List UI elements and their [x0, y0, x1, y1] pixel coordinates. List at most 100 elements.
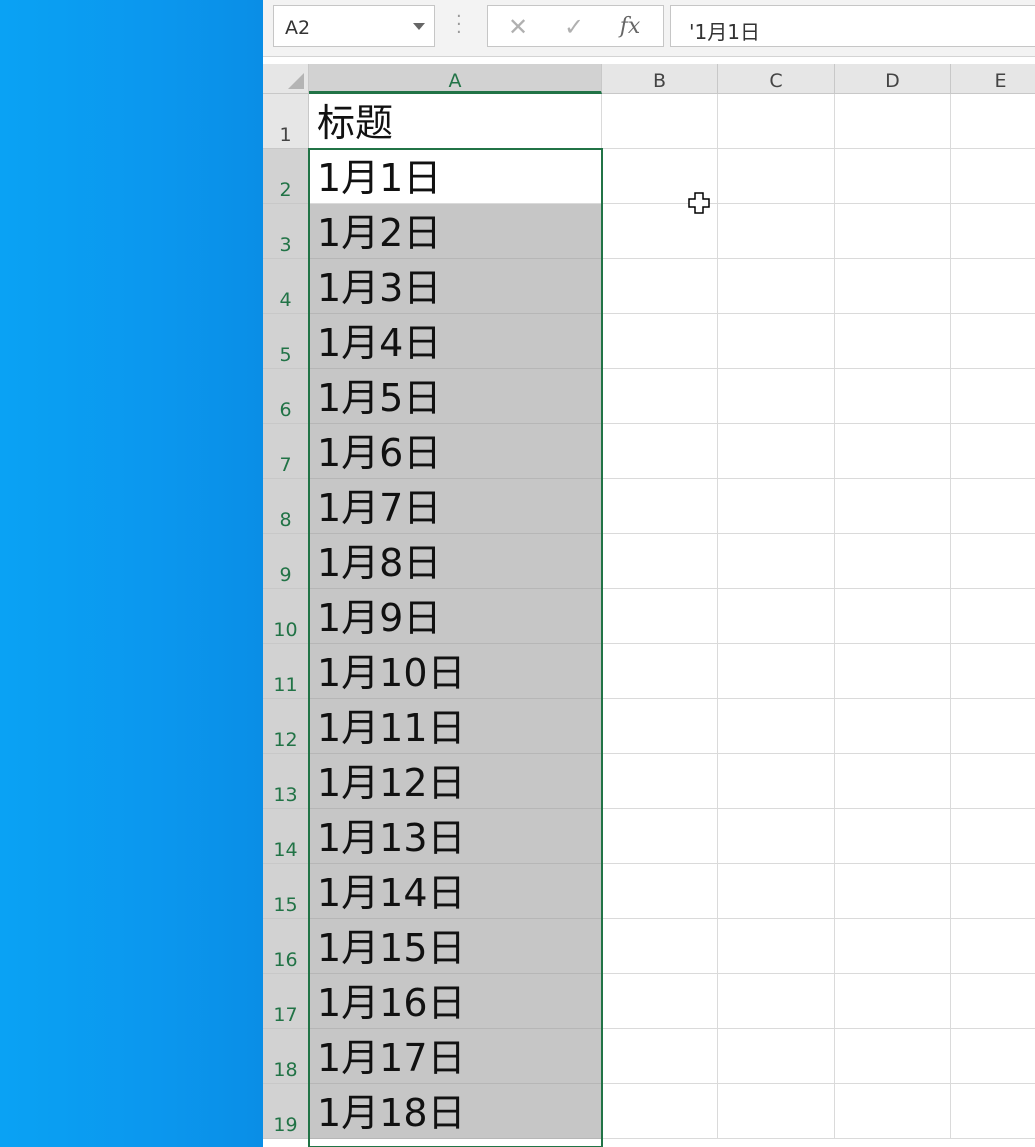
cell-b11[interactable] [602, 644, 718, 699]
cell-e2[interactable] [951, 149, 1035, 204]
cell-e19[interactable] [951, 1084, 1035, 1139]
cell-b6[interactable] [602, 369, 718, 424]
cell-a5[interactable]: 1月4日 [309, 314, 602, 369]
cell-a16[interactable]: 1月15日 [309, 919, 602, 974]
cell-a17[interactable]: 1月16日 [309, 974, 602, 1029]
cell-d1[interactable] [835, 94, 951, 149]
chevron-down-icon[interactable] [413, 23, 425, 30]
cell-e7[interactable] [951, 424, 1035, 479]
cell-b15[interactable] [602, 864, 718, 919]
formula-input[interactable]: '1月1日 [670, 5, 1035, 47]
cell-a19[interactable]: 1月18日 [309, 1084, 602, 1139]
cell-c18[interactable] [718, 1029, 835, 1084]
check-icon[interactable]: ✓ [554, 12, 594, 42]
cell-e9[interactable] [951, 534, 1035, 589]
cell-d12[interactable] [835, 699, 951, 754]
row-header-16[interactable]: 16 [263, 919, 309, 974]
close-icon[interactable]: ✕ [498, 12, 538, 42]
cell-b13[interactable] [602, 754, 718, 809]
cell-a10[interactable]: 1月9日 [309, 589, 602, 644]
cell-e12[interactable] [951, 699, 1035, 754]
cell-c11[interactable] [718, 644, 835, 699]
cell-b7[interactable] [602, 424, 718, 479]
row-header-1[interactable]: 1 [263, 94, 309, 149]
cell-d18[interactable] [835, 1029, 951, 1084]
cell-a1[interactable]: 标题 [309, 94, 602, 149]
cell-b9[interactable] [602, 534, 718, 589]
cell-e11[interactable] [951, 644, 1035, 699]
column-header-d[interactable]: D [835, 64, 951, 94]
cell-d10[interactable] [835, 589, 951, 644]
cell-d14[interactable] [835, 809, 951, 864]
cell-c6[interactable] [718, 369, 835, 424]
row-header-17[interactable]: 17 [263, 974, 309, 1029]
row-header-18[interactable]: 18 [263, 1029, 309, 1084]
row-header-11[interactable]: 11 [263, 644, 309, 699]
cell-b14[interactable] [602, 809, 718, 864]
cell-e15[interactable] [951, 864, 1035, 919]
cell-d4[interactable] [835, 259, 951, 314]
cell-d3[interactable] [835, 204, 951, 259]
cell-b5[interactable] [602, 314, 718, 369]
cell-e5[interactable] [951, 314, 1035, 369]
row-header-2[interactable]: 2 [263, 149, 309, 204]
cell-e18[interactable] [951, 1029, 1035, 1084]
cell-a6[interactable]: 1月5日 [309, 369, 602, 424]
cell-c10[interactable] [718, 589, 835, 644]
cell-d11[interactable] [835, 644, 951, 699]
cell-c12[interactable] [718, 699, 835, 754]
row-header-13[interactable]: 13 [263, 754, 309, 809]
column-header-c[interactable]: C [718, 64, 835, 94]
column-header-e[interactable]: E [951, 64, 1035, 94]
cell-d5[interactable] [835, 314, 951, 369]
cell-d15[interactable] [835, 864, 951, 919]
cell-b19[interactable] [602, 1084, 718, 1139]
cell-c16[interactable] [718, 919, 835, 974]
cell-e16[interactable] [951, 919, 1035, 974]
cell-c15[interactable] [718, 864, 835, 919]
cell-e4[interactable] [951, 259, 1035, 314]
cell-b1[interactable] [602, 94, 718, 149]
cell-b4[interactable] [602, 259, 718, 314]
cell-a15[interactable]: 1月14日 [309, 864, 602, 919]
row-header-15[interactable]: 15 [263, 864, 309, 919]
cell-a13[interactable]: 1月12日 [309, 754, 602, 809]
row-header-19[interactable]: 19 [263, 1084, 309, 1139]
cell-d13[interactable] [835, 754, 951, 809]
row-header-5[interactable]: 5 [263, 314, 309, 369]
cell-b18[interactable] [602, 1029, 718, 1084]
column-header-a[interactable]: A [309, 64, 602, 94]
cell-d6[interactable] [835, 369, 951, 424]
cell-b8[interactable] [602, 479, 718, 534]
cell-a12[interactable]: 1月11日 [309, 699, 602, 754]
cell-e10[interactable] [951, 589, 1035, 644]
cell-e17[interactable] [951, 974, 1035, 1029]
cell-a14[interactable]: 1月13日 [309, 809, 602, 864]
cell-b17[interactable] [602, 974, 718, 1029]
cell-d19[interactable] [835, 1084, 951, 1139]
cell-c3[interactable] [718, 204, 835, 259]
cell-e8[interactable] [951, 479, 1035, 534]
cell-a3[interactable]: 1月2日 [309, 204, 602, 259]
row-header-6[interactable]: 6 [263, 369, 309, 424]
cell-c4[interactable] [718, 259, 835, 314]
row-header-7[interactable]: 7 [263, 424, 309, 479]
cell-a11[interactable]: 1月10日 [309, 644, 602, 699]
cell-a18[interactable]: 1月17日 [309, 1029, 602, 1084]
name-box[interactable]: A2 [273, 5, 435, 47]
cell-a2[interactable]: 1月1日 [309, 149, 602, 204]
cell-e6[interactable] [951, 369, 1035, 424]
column-header-b[interactable]: B [602, 64, 718, 94]
cell-e13[interactable] [951, 754, 1035, 809]
cell-c9[interactable] [718, 534, 835, 589]
fx-icon[interactable]: fx [610, 12, 650, 42]
cell-c13[interactable] [718, 754, 835, 809]
cell-c5[interactable] [718, 314, 835, 369]
cell-a8[interactable]: 1月7日 [309, 479, 602, 534]
row-header-12[interactable]: 12 [263, 699, 309, 754]
row-header-4[interactable]: 4 [263, 259, 309, 314]
cell-a9[interactable]: 1月8日 [309, 534, 602, 589]
cell-e1[interactable] [951, 94, 1035, 149]
cell-b10[interactable] [602, 589, 718, 644]
cell-a7[interactable]: 1月6日 [309, 424, 602, 479]
